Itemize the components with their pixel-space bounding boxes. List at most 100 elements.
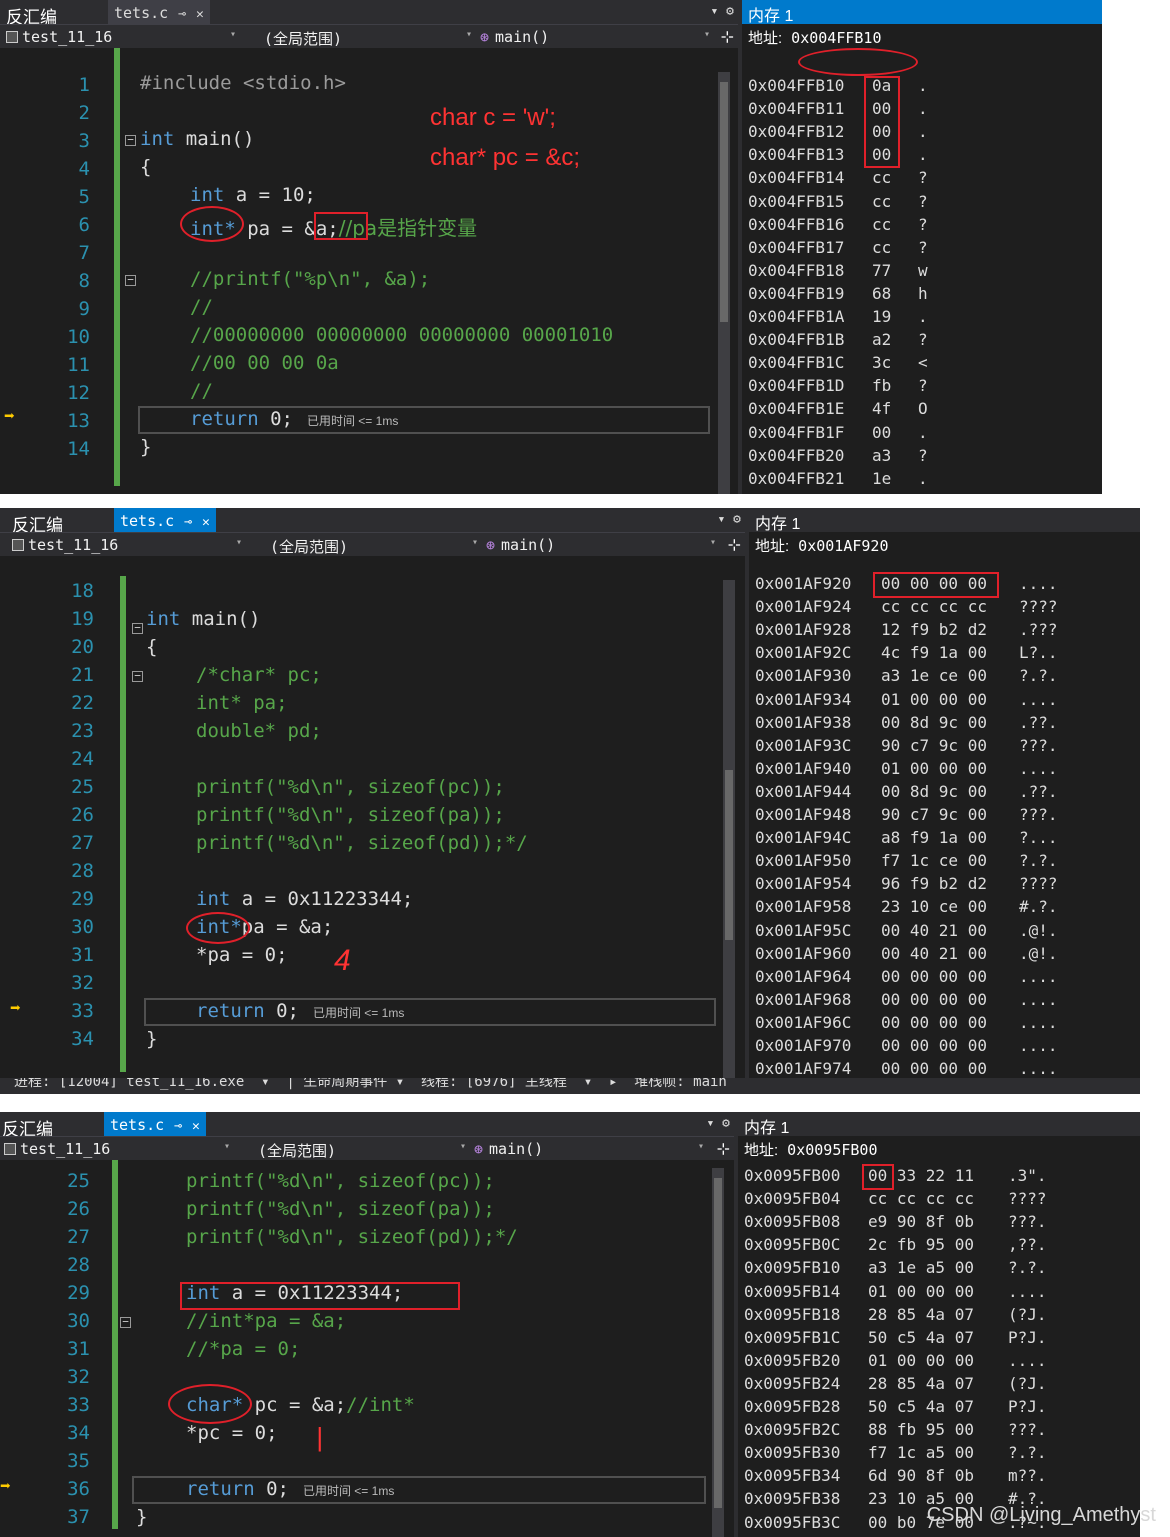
annotation-circle <box>180 206 244 242</box>
code-line-comment: //int*pa = &a; <box>186 1310 347 1332</box>
line-number: 35 <box>67 1450 90 1472</box>
memory-ascii: O <box>918 399 928 419</box>
vertical-scrollbar[interactable] <box>712 1168 724 1537</box>
memory-bytes: 6d 90 8f 0b <box>868 1466 974 1486</box>
project-dropdown[interactable]: test_11_16 ▾ <box>2 27 238 47</box>
vertical-scrollbar[interactable] <box>718 72 730 494</box>
split-editor-icon[interactable]: ⊹ <box>721 27 734 46</box>
pin-icon[interactable]: ⊸ <box>174 1119 182 1134</box>
memory-address: 0x004FFB10 <box>748 76 845 95</box>
scrollbar-thumb[interactable] <box>714 1178 722 1508</box>
memory-ascii: ? <box>918 445 928 465</box>
memory-bytes: 2c fb 95 00 <box>868 1235 974 1255</box>
pin-icon[interactable]: ⊸ <box>178 7 186 22</box>
memory-address: 0x0095FB1C <box>744 1327 841 1347</box>
split-editor-icon[interactable]: ⊹ <box>717 1139 730 1158</box>
collapse-toggle-icon[interactable]: − <box>125 134 136 146</box>
scope-dropdown[interactable]: (全局范围) ▾ <box>260 27 474 48</box>
function-dropdown[interactable]: ⊛ main() ▾ <box>470 1139 706 1159</box>
scrollbar-thumb[interactable] <box>725 770 733 940</box>
memory-address: 0x0095FB2C <box>744 1420 841 1440</box>
collapse-toggle-icon[interactable]: − <box>125 274 136 286</box>
scrollbar-thumb[interactable] <box>720 82 728 322</box>
close-icon[interactable]: ✕ <box>192 1119 200 1134</box>
function-dropdown[interactable]: ⊛ main() ▾ <box>476 27 712 47</box>
code-line-return: return 0; 已用时间 <= 1ms <box>190 408 399 430</box>
scope-dropdown[interactable]: (全局范围) ▾ <box>266 535 480 556</box>
memory-bytes: 4f <box>872 399 892 419</box>
memory-ascii: ? <box>918 237 928 257</box>
memory-ascii: ? <box>918 214 928 234</box>
project-dropdown[interactable]: test_11_16 ▾ <box>0 1139 232 1159</box>
tab-tets-c[interactable]: tets.c ⊸ ✕ <box>108 0 210 24</box>
collapse-toggle-icon[interactable]: − <box>132 670 143 682</box>
tab-tets-c[interactable]: tets.c ⊸ ✕ <box>104 1112 206 1136</box>
memory-bytes: 00 00 00 00 <box>881 966 987 986</box>
code-line-return: return 0; 已用时间 <= 1ms <box>186 1478 395 1500</box>
memory-address: 0x001AF954 <box>755 874 852 894</box>
tab-tets-c[interactable]: tets.c ⊸ ✕ <box>114 508 216 532</box>
address-input[interactable]: 0x001AF920 <box>795 536 891 556</box>
code-line-brace: { <box>140 156 152 178</box>
memory-ascii: .??. <box>1019 712 1058 732</box>
scope-dropdown[interactable]: (全局范围) ▾ <box>254 1139 468 1160</box>
collapse-toggle-icon[interactable]: − <box>132 622 143 634</box>
function-dropdown[interactable]: ⊛ main() ▾ <box>482 535 718 555</box>
line-number: 9 <box>78 298 90 320</box>
memory-ascii: (?J. <box>1008 1304 1047 1324</box>
vertical-scrollbar[interactable] <box>723 580 735 1080</box>
memory-bytes: a3 1e a5 00 <box>868 1258 974 1278</box>
line-number: 6 <box>78 214 90 236</box>
memory-bytes: a8 f9 1a 00 <box>881 828 987 848</box>
memory-ascii: .... <box>1019 1059 1058 1079</box>
memory-address: 0x0095FB28 <box>744 1397 841 1416</box>
memory-bytes: 12 f9 b2 d2 <box>881 620 987 640</box>
close-icon[interactable]: ✕ <box>196 7 204 22</box>
annotation-box <box>862 1164 894 1190</box>
chevron-down-icon: ▾ <box>459 1141 466 1152</box>
code-line-comment: printf("%d\n", sizeof(pa)); <box>186 1198 495 1220</box>
tab-filename: tets.c <box>120 512 175 530</box>
memory-ascii: .... <box>1019 966 1058 986</box>
debug-panel-2: 反汇编 tets.c ⊸ ✕ ▾ ⚙ test_11_16 ▾ (全局范围) ▾ ⊛ ma… <box>0 508 1140 1080</box>
memory-ascii: w <box>918 260 928 280</box>
tab-dropdown-icon[interactable]: ▾ ⚙ <box>707 1116 730 1131</box>
memory-ascii: .... <box>1008 1281 1047 1301</box>
code-line-brace: } <box>146 1028 158 1050</box>
collapse-toggle-icon[interactable]: − <box>120 1316 131 1328</box>
tab-dropdown-icon[interactable]: ▾ ⚙ <box>711 4 734 19</box>
line-number: 4 <box>78 158 90 180</box>
memory-bytes: 01 00 00 00 <box>881 689 987 709</box>
memory-address: 0x001AF968 <box>755 989 852 1009</box>
code-line-int-a: int a = 10; <box>190 184 316 206</box>
memory-address: 0x001AF960 <box>755 943 852 963</box>
project-dropdown[interactable]: test_11_16 ▾ <box>8 535 244 555</box>
line-number: 26 <box>71 804 94 826</box>
split-editor-icon[interactable]: ⊹ <box>728 535 741 554</box>
line-number: 23 <box>71 720 94 742</box>
memory-bytes: 01 00 00 00 <box>868 1350 974 1370</box>
memory-bytes: 68 <box>872 283 892 303</box>
memory-ascii: ???? <box>1008 1189 1047 1209</box>
annotation-char-c: char c = 'w'; <box>430 104 556 131</box>
debug-location-toolbar[interactable]: 进程: [12004] test_11_16.exe ▾ | 生命周期事件 ▾ … <box>0 1078 1140 1094</box>
memory-ascii: . <box>918 307 928 326</box>
memory-ascii: .... <box>1019 758 1058 778</box>
project-icon <box>4 1143 16 1155</box>
code-line-main: int main() <box>146 608 261 630</box>
address-input[interactable]: 0x0095FB00 <box>784 1140 880 1160</box>
line-number: 2 <box>78 102 90 124</box>
pin-icon[interactable]: ⊸ <box>184 515 192 530</box>
annotation-box <box>873 572 999 598</box>
address-input[interactable]: 0x004FFB10 <box>788 28 884 48</box>
close-icon[interactable]: ✕ <box>202 515 210 530</box>
memory-ascii: .??? <box>1019 620 1058 640</box>
code-line-comment: //00 00 00 0a <box>190 352 339 374</box>
memory-ascii: . <box>918 76 928 95</box>
memory-address: 0x004FFB19 <box>748 283 845 303</box>
memory-bytes: 4c f9 1a 00 <box>881 643 987 663</box>
tab-dropdown-icon[interactable]: ▾ ⚙ <box>718 512 741 527</box>
memory-address: 0x004FFB15 <box>748 191 845 211</box>
code-line-comment: printf("%d\n", sizeof(pd));*/ <box>196 832 528 854</box>
memory-window: 内存 1 地址: 0x001AF920 0x001AF920 00 00 00 00… <box>745 508 1140 1080</box>
